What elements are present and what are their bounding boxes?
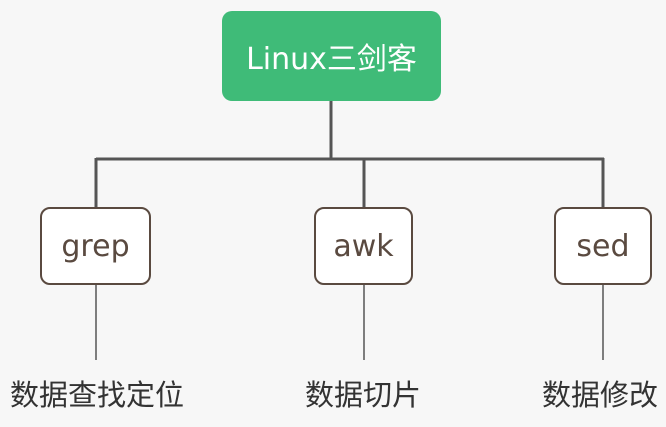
child-node-label: awk bbox=[333, 228, 394, 264]
caption-sed: 数据修改 bbox=[541, 378, 659, 412]
root-node-label: Linux三剑客 bbox=[246, 42, 417, 77]
root-node: Linux三剑客 bbox=[222, 11, 441, 101]
caption-awk: 数据切片 bbox=[304, 378, 422, 412]
diagram-canvas: Linux三剑客 grep awk sed 数据查找定位 数据切片 数据修改 bbox=[0, 0, 666, 427]
caption-grep: 数据查找定位 bbox=[9, 378, 185, 412]
child-node-awk: awk bbox=[314, 207, 413, 285]
child-node-grep: grep bbox=[40, 207, 151, 285]
child-node-label: sed bbox=[576, 228, 630, 264]
child-node-sed: sed bbox=[554, 207, 652, 285]
child-node-label: grep bbox=[61, 228, 130, 264]
